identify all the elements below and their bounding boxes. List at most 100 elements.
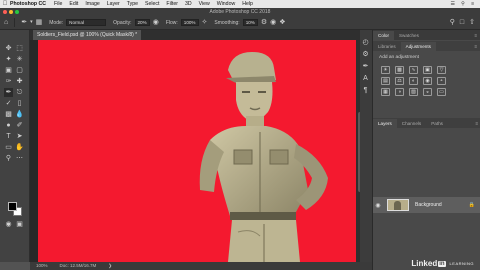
curves-icon[interactable]: ∿ [409,66,418,74]
more-tools-icon[interactable]: ⋯ [15,154,24,163]
history-panel-icon[interactable]: ◴ [361,38,370,47]
tab-libraries[interactable]: Libraries [373,42,401,51]
minimize-window-button[interactable] [9,9,13,14]
zoom-window-button[interactable] [15,9,19,14]
eye-icon[interactable]: ◉ [373,202,383,209]
tab-layers[interactable]: Layers [373,119,397,128]
menu-view[interactable]: View [199,1,210,7]
healing-tool-icon[interactable]: ✚ [15,77,24,86]
menu-help[interactable]: Help [242,1,253,7]
tab-paths[interactable]: Paths [426,119,448,128]
search-icon[interactable]: ⚲ [450,19,455,26]
eraser-tool-icon[interactable]: ▯ [15,99,24,108]
move-tool-icon[interactable]: ✥ [4,44,13,53]
brush-icon[interactable]: ✒ [21,19,27,26]
smoothing-gear-icon[interactable]: ⚙ [261,19,267,26]
brush-settings-icon[interactable]: ▦ [36,19,43,26]
panel-menu-icon[interactable]: ≡ [474,31,480,40]
lock-icon: 🔒 [468,202,475,208]
apple-icon[interactable]:  [0,1,10,7]
vibrance-icon[interactable]: ▽ [437,66,446,74]
invert-icon[interactable]: ◑ [395,88,404,96]
menu-window[interactable]: Window [217,1,235,7]
status-bar: 100% Doc: 12.5M/16.7M ❯ [30,262,372,270]
shape-tool-icon[interactable]: ▭ [4,143,13,152]
brightness-contrast-icon[interactable]: ☀ [381,66,390,74]
wifi-icon[interactable]: ☰ [451,1,456,7]
marquee-tool-icon[interactable]: ⬚ [15,44,24,53]
airbrush-icon[interactable]: ✧ [202,19,208,26]
document-tab[interactable]: Soldiers_Field.psd @ 100% (Quick Mask/8)… [33,30,142,40]
brush-tool-icon[interactable]: ✒ [4,88,13,97]
gradient-map-icon[interactable]: ▭ [437,88,446,96]
black-white-icon[interactable]: ◐ [409,77,418,85]
dodge-tool-icon[interactable]: ● [4,121,13,130]
smoothing-field[interactable]: 10% [242,19,258,26]
layer-row-background[interactable]: ◉ Background 🔒 [373,197,480,213]
menu-type[interactable]: Type [127,1,138,7]
menu-file[interactable]: File [54,1,62,7]
app-menu[interactable]: Photoshop CC [10,1,46,7]
history-brush-tool-icon[interactable]: ✓ [4,99,13,108]
paragraph-panel-icon[interactable]: ¶ [361,86,370,95]
window-title: Adobe Photoshop CC 2018 [209,8,271,15]
menu-3d[interactable]: 3D [185,1,192,7]
panel-menu-icon[interactable]: ≡ [475,119,480,128]
document-canvas[interactable] [38,40,356,262]
gradient-tool-icon[interactable]: ▩ [4,110,13,119]
channel-mixer-icon[interactable]: ⚬ [437,77,446,85]
tab-swatches[interactable]: Swatches [394,31,424,40]
blur-tool-icon[interactable]: 💧 [15,110,24,119]
hand-tool-icon[interactable]: ✋ [15,143,24,152]
mode-select[interactable]: Normal [66,19,107,26]
menu-filter[interactable]: Filter [166,1,178,7]
levels-icon[interactable]: ▩ [395,66,404,74]
tab-channels[interactable]: Channels [397,119,426,128]
color-lookup-icon[interactable]: ▦ [381,88,390,96]
hue-saturation-icon[interactable]: ▤ [381,77,390,85]
frame-tool-icon[interactable]: ▢ [15,66,24,75]
threshold-icon[interactable]: ◒ [423,88,432,96]
opacity-field[interactable]: 20% [134,19,150,26]
quick-mask-icon[interactable]: ◉ [4,220,13,229]
stamp-tool-icon[interactable]: ⎋ [15,88,24,97]
layer-name: Background [415,202,442,208]
menu-image[interactable]: Image [85,1,99,7]
lasso-tool-icon[interactable]: ✦ [4,55,13,64]
pressure-opacity-icon[interactable]: ◉ [153,19,159,26]
exposure-icon[interactable]: ▣ [423,66,432,74]
workspace-icon[interactable]: □ [460,19,464,26]
home-icon[interactable]: ⌂ [4,19,8,26]
pressure-size-icon[interactable]: ◉ [270,19,276,26]
brushes-panel-icon[interactable]: ✒ [361,62,370,71]
color-balance-icon[interactable]: ⚖ [395,77,404,85]
path-selection-tool-icon[interactable]: ➤ [15,132,24,141]
share-icon[interactable]: ⇧ [469,19,475,26]
menu-edit[interactable]: Edit [69,1,78,7]
panel-menu-icon[interactable]: ≡ [474,42,480,51]
menu-select[interactable]: Select [145,1,159,7]
pen-tool-icon[interactable]: ✐ [15,121,24,130]
type-tool-icon[interactable]: T [4,132,13,141]
crop-tool-icon[interactable]: ▣ [4,66,13,75]
symmetry-icon[interactable]: ❖ [279,19,285,26]
menu-layer[interactable]: Layer [107,1,120,7]
status-arrow-icon[interactable]: ❯ [108,262,112,270]
quick-select-tool-icon[interactable]: ✳ [15,55,24,64]
tab-adjustments[interactable]: Adjustments [400,42,436,51]
zoom-level[interactable]: 100% [36,262,48,270]
character-panel-icon[interactable]: A [361,74,370,83]
list-icon[interactable]: ≡ [471,1,474,7]
zoom-tool-icon[interactable]: ⚲ [4,154,13,163]
flow-field[interactable]: 100% [180,19,199,26]
screen-mode-icon[interactable]: ▣ [15,220,24,229]
posterize-icon[interactable]: ▧ [409,88,418,96]
eyedropper-tool-icon[interactable]: ✑ [4,77,13,86]
brush-preset-chevron-icon[interactable]: ▾ [30,19,33,26]
photo-filter-icon[interactable]: ◉ [423,77,432,85]
tab-color[interactable]: Color [373,31,394,40]
search-icon[interactable]: ⚲ [461,1,465,7]
foreground-color-swatch[interactable] [8,202,17,211]
close-window-button[interactable] [3,9,7,14]
properties-panel-icon[interactable]: ⚙ [361,50,370,59]
